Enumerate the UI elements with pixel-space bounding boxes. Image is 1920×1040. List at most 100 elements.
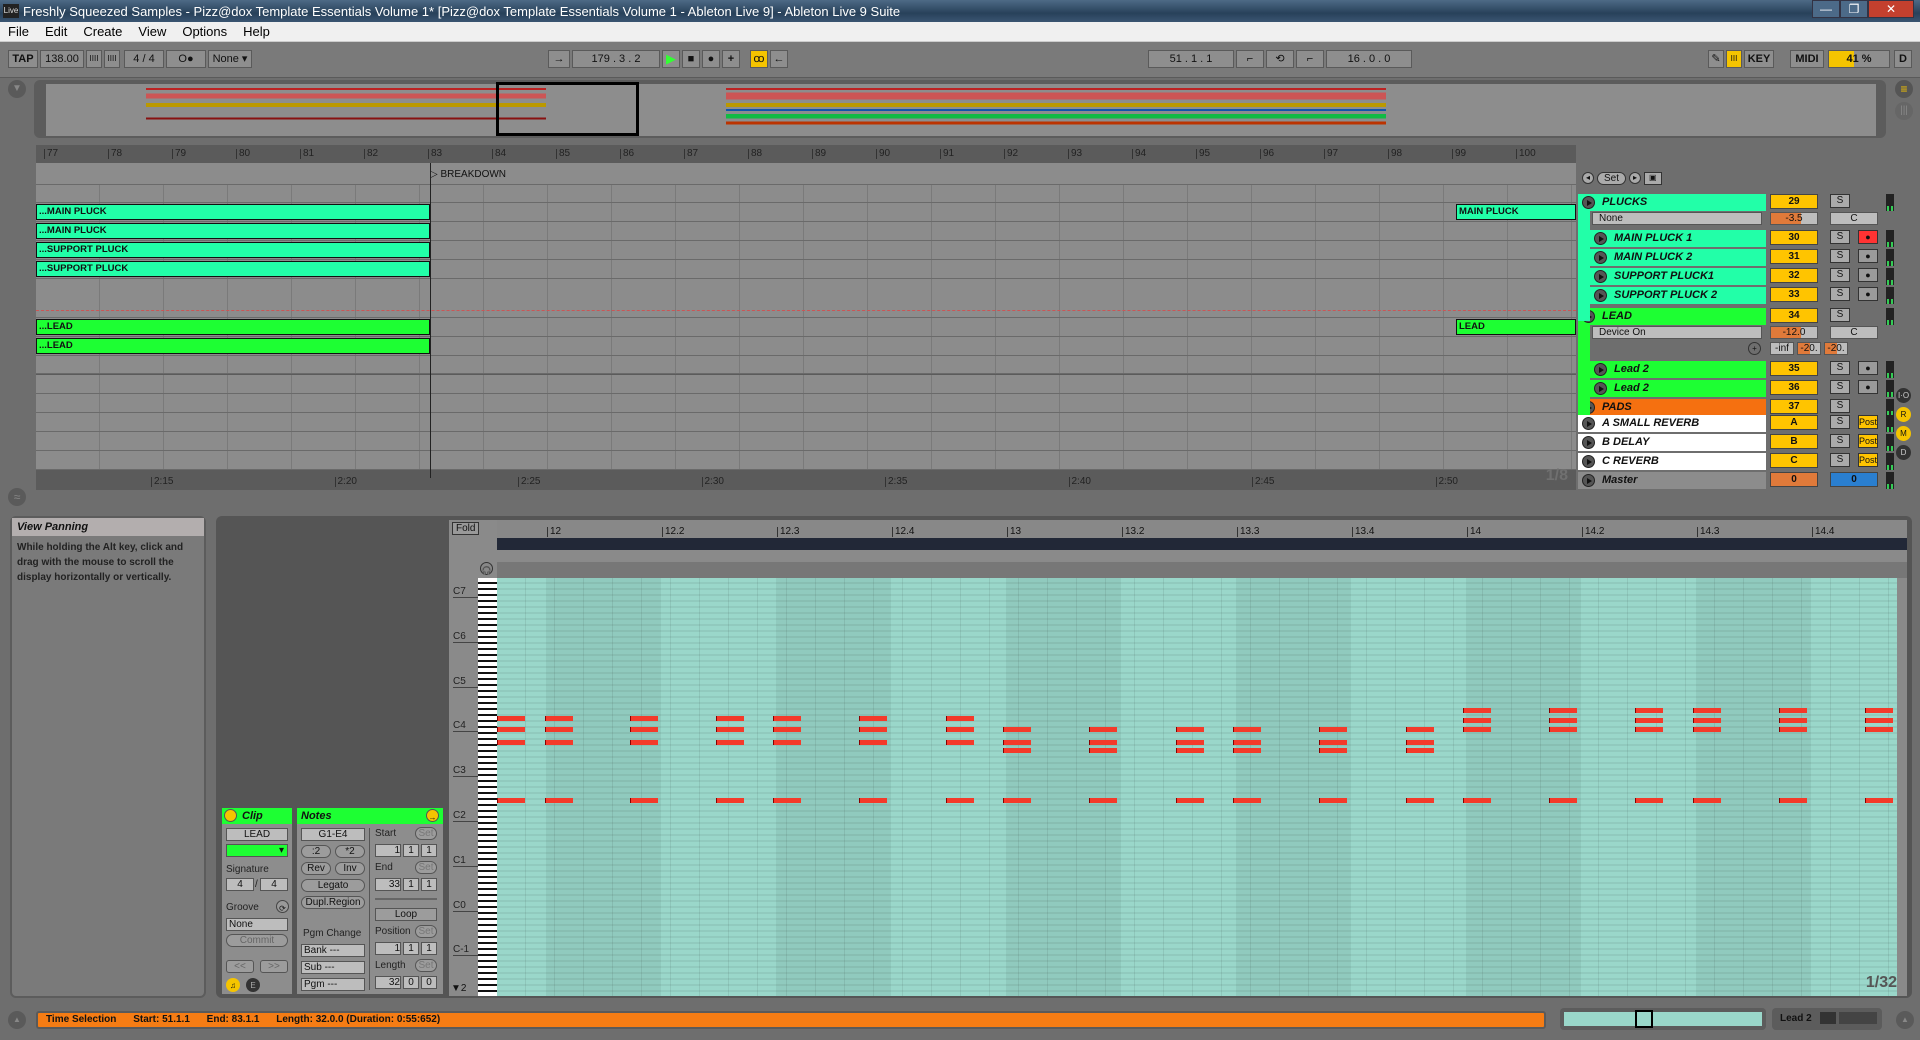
arrangement-clip[interactable]: ...LEAD — [36, 338, 430, 354]
midi-note[interactable] — [773, 798, 801, 803]
groove-hot-swap-icon[interactable]: ⟳ — [276, 900, 289, 913]
pre-post-button[interactable]: Post — [1858, 453, 1878, 467]
key-map-button[interactable]: KEY — [1744, 50, 1774, 68]
solo-button[interactable]: S — [1830, 434, 1850, 448]
midi-note[interactable] — [497, 740, 525, 745]
midi-note[interactable] — [1463, 727, 1491, 732]
arm-button[interactable]: ● — [1858, 380, 1878, 394]
arrangement-clip[interactable]: ...MAIN PLUCK — [36, 204, 430, 220]
lock-icon[interactable]: ▣ — [1644, 172, 1662, 185]
midi-note[interactable] — [630, 798, 658, 803]
waveform-icon[interactable]: ≈ — [8, 488, 26, 506]
midi-note-editor[interactable]: Fold 12 12.2 12.3 12.4 13 13.2 13.3 13.4 14 14.2 1… — [449, 520, 1907, 996]
arrangement-view[interactable]: 77 78 79 80 81 82 83 84 85 86 87 88 89 90 91 92 93 94 95 96… — [36, 145, 1576, 490]
midi-note[interactable] — [630, 716, 658, 721]
expand-track-icon[interactable] — [1594, 363, 1607, 376]
midi-note[interactable] — [1779, 708, 1807, 713]
quantize-dropdown[interactable]: None ▾ — [208, 50, 252, 68]
track-header[interactable]: B DELAY B S Post — [1578, 434, 1894, 452]
signature-denominator[interactable]: 4 — [260, 878, 288, 891]
midi-note[interactable] — [1089, 727, 1117, 732]
overdub-button[interactable]: + — [722, 50, 740, 68]
track-activator-button[interactable]: 36 — [1770, 380, 1818, 395]
master-volume-field[interactable]: 0 — [1770, 472, 1818, 487]
returns-toggle-button[interactable]: R — [1896, 407, 1911, 422]
track-activator-button[interactable]: 35 — [1770, 361, 1818, 376]
midi-note[interactable] — [946, 716, 974, 721]
expand-track-icon[interactable] — [1594, 232, 1607, 245]
automation-line[interactable] — [36, 310, 1576, 311]
scroll-octave-label[interactable]: ▼2 — [451, 983, 466, 994]
groove-dropdown[interactable]: None — [226, 918, 288, 931]
piano-keyboard[interactable] — [478, 578, 497, 996]
midi-note[interactable] — [1693, 727, 1721, 732]
midi-note[interactable] — [1406, 727, 1434, 732]
loop-toggle-button[interactable]: Loop — [375, 908, 437, 921]
midi-note[interactable] — [1233, 727, 1261, 732]
overview-canvas[interactable] — [46, 82, 1876, 136]
midi-note[interactable] — [946, 727, 974, 732]
bank-field[interactable]: Bank --- — [301, 944, 365, 957]
device-thumbnail[interactable] — [1839, 1012, 1878, 1025]
menu-create[interactable]: Create — [75, 24, 130, 39]
midi-note[interactable] — [1779, 727, 1807, 732]
device-chooser-dropdown[interactable]: Device On — [1592, 326, 1762, 339]
arrangement-clip[interactable]: MAIN PLUCK — [1456, 204, 1576, 220]
midi-note[interactable] — [1233, 740, 1261, 745]
notes-view-icon[interactable]: ♫ — [226, 978, 240, 992]
midi-note[interactable] — [630, 727, 658, 732]
play-button[interactable]: ▶ — [662, 50, 680, 68]
expand-track-icon[interactable] — [1594, 289, 1607, 302]
arrangement-clip[interactable]: ...MAIN PLUCK — [36, 223, 430, 239]
end-bar-field[interactable]: 33 — [375, 878, 401, 891]
track-header[interactable]: SUPPORT PLUCK1 32 S ● — [1578, 268, 1894, 286]
clip-color-dropdown[interactable]: ▾ — [226, 844, 288, 857]
midi-note[interactable] — [1003, 798, 1031, 803]
midi-note[interactable] — [1319, 748, 1347, 753]
midi-note[interactable] — [716, 716, 744, 721]
expand-track-icon[interactable] — [1582, 436, 1595, 449]
follow-icon[interactable]: → — [548, 50, 570, 68]
midi-note[interactable] — [1779, 798, 1807, 803]
midi-note[interactable] — [773, 716, 801, 721]
track-lane[interactable] — [36, 413, 1576, 432]
detail-view-toggle-icon[interactable]: ≡ — [1895, 80, 1913, 98]
time-signature-field[interactable]: 4 / 4 — [124, 50, 164, 68]
track-header[interactable]: LEAD 34 S — [1578, 308, 1894, 326]
arrangement-overview[interactable] — [34, 80, 1886, 138]
expand-track-icon[interactable] — [1582, 417, 1595, 430]
stop-button[interactable]: ■ — [682, 50, 700, 68]
length-beat-field[interactable]: 0 — [403, 976, 419, 989]
track-header[interactable]: Master 0 0 — [1578, 472, 1894, 490]
nudge-up-button[interactable]: IIII — [104, 50, 120, 68]
track-name[interactable]: PLUCKS — [1578, 194, 1766, 211]
duplicate-region-button[interactable]: Dupl.Region — [301, 896, 365, 909]
clip-name-field[interactable]: LEAD — [226, 828, 288, 841]
expand-track-icon[interactable] — [1594, 270, 1607, 283]
track-name[interactable]: PADS — [1578, 399, 1766, 416]
note-range-field[interactable]: G1-E4 — [301, 828, 365, 841]
locator-marker[interactable]: ▷ BREAKDOWN — [430, 169, 506, 180]
midi-note[interactable] — [716, 798, 744, 803]
track-header[interactable]: C REVERB C S Post — [1578, 453, 1894, 471]
track-header[interactable]: Lead 2 35 S ● — [1578, 361, 1894, 379]
midi-note[interactable] — [1176, 748, 1204, 753]
track-header[interactable]: PLUCKS 29 S — [1578, 194, 1894, 212]
track-activator-button[interactable]: 37 — [1770, 399, 1818, 414]
track-activator-button[interactable]: 34 — [1770, 308, 1818, 323]
half-tempo-button[interactable]: :2 — [301, 845, 331, 858]
locator-lane[interactable]: ▷ BREAKDOWN — [36, 163, 1576, 185]
legato-button[interactable]: Legato — [301, 879, 365, 892]
track-name[interactable]: MAIN PLUCK 1 — [1590, 230, 1766, 247]
track-header[interactable]: MAIN PLUCK 1 30 S ● — [1578, 230, 1894, 248]
midi-note[interactable] — [1463, 798, 1491, 803]
midi-note[interactable] — [1635, 708, 1663, 713]
midi-note[interactable] — [1549, 798, 1577, 803]
midi-note[interactable] — [1319, 727, 1347, 732]
track-pan-field[interactable]: C — [1830, 212, 1878, 225]
add-send-icon[interactable]: + — [1748, 342, 1761, 355]
midi-note[interactable] — [1463, 708, 1491, 713]
back-to-arrangement-button[interactable]: ← — [770, 50, 788, 68]
midi-note[interactable] — [946, 798, 974, 803]
menu-view[interactable]: View — [130, 24, 174, 39]
